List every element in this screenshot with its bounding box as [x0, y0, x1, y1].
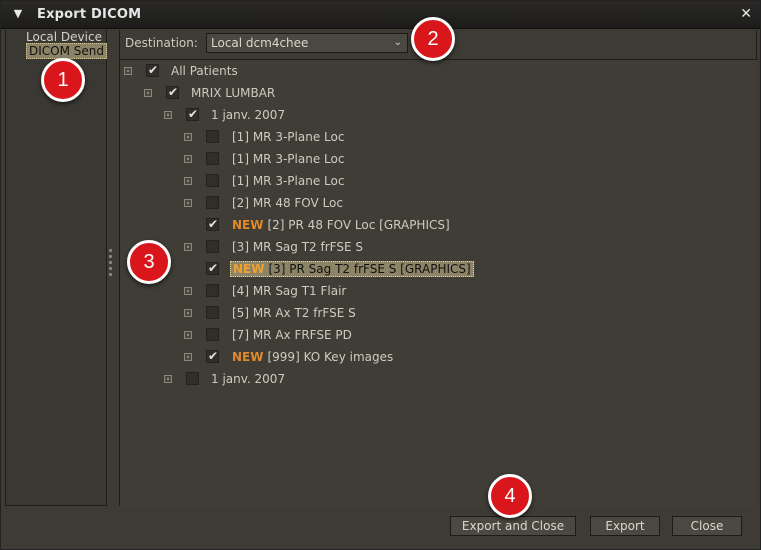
- tree-node[interactable]: NEW[3] PR Sag T2 frFSE S [GRAPHICS]: [120, 259, 750, 278]
- new-badge: NEW: [233, 262, 265, 276]
- checkbox[interactable]: [206, 240, 219, 253]
- checkbox[interactable]: [186, 105, 199, 123]
- tree-node[interactable]: [7] MR Ax FRFSE PD: [120, 326, 750, 344]
- main-panel: Destination: Local dcm4chee ⌄ All Patien…: [119, 30, 758, 506]
- tree-node-text: [3] PR Sag T2 frFSE S [GRAPHICS]: [268, 262, 471, 276]
- checkbox[interactable]: [186, 372, 199, 385]
- tree-node-label: [1] MR 3-Plane Loc: [232, 130, 345, 144]
- expand-handle-icon[interactable]: [184, 155, 192, 163]
- tree-node-label: [3] MR Sag T2 frFSE S: [232, 240, 363, 254]
- expand-handle-icon[interactable]: [184, 243, 192, 251]
- tree-node[interactable]: MRIX LUMBAR: [120, 83, 750, 102]
- tree-node-label: [5] MR Ax T2 frFSE S: [232, 306, 356, 320]
- expand-handle-icon[interactable]: [144, 89, 152, 97]
- export-and-close-button[interactable]: Export and Close: [450, 516, 576, 536]
- tree-node-label: [1] MR 3-Plane Loc: [232, 152, 345, 166]
- checkbox[interactable]: [206, 284, 219, 297]
- sidebar: Local Device DICOM Send: [5, 30, 107, 506]
- tree-node-label: [2] MR 48 FOV Loc: [232, 196, 343, 210]
- tree-node-label: NEW [2] PR 48 FOV Loc [GRAPHICS]: [232, 216, 450, 234]
- checkbox[interactable]: [206, 306, 219, 319]
- tree-node[interactable]: NEW[2] PR 48 FOV Loc [GRAPHICS]: [120, 215, 750, 234]
- checkbox[interactable]: [206, 328, 219, 341]
- tree-node[interactable]: All Patients: [120, 61, 750, 80]
- expand-handle-icon[interactable]: [184, 287, 192, 295]
- export-button[interactable]: Export: [590, 516, 660, 536]
- checkbox[interactable]: [166, 83, 179, 101]
- destination-value: Local dcm4chee: [211, 36, 309, 50]
- expand-handle-icon[interactable]: [184, 353, 192, 361]
- expand-handle-icon[interactable]: [184, 133, 192, 141]
- tree-node[interactable]: 1 janv. 2007: [120, 370, 750, 388]
- callout-4: 4: [488, 474, 532, 518]
- tree-node-label: [4] MR Sag T1 Flair: [232, 284, 347, 298]
- tree-node[interactable]: [1] MR 3-Plane Loc: [120, 172, 750, 190]
- sidebar-item-local-device[interactable]: Local Device: [26, 30, 102, 44]
- expand-handle-icon[interactable]: [124, 67, 132, 75]
- callout-1: 1: [41, 58, 85, 102]
- tree-node-label: NEW [999] KO Key images: [232, 348, 393, 366]
- splitter-handle[interactable]: [109, 249, 113, 281]
- close-icon[interactable]: ✕: [740, 6, 752, 22]
- tree-node[interactable]: [1] MR 3-Plane Loc: [120, 150, 750, 168]
- tree-node[interactable]: [1] MR 3-Plane Loc: [120, 128, 750, 146]
- expand-handle-icon[interactable]: [184, 199, 192, 207]
- tree-node-label: [1] MR 3-Plane Loc: [232, 174, 345, 188]
- checkbox[interactable]: [206, 196, 219, 209]
- checkbox[interactable]: [146, 61, 159, 79]
- expand-handle-icon[interactable]: [164, 111, 172, 119]
- checkbox[interactable]: [206, 152, 219, 165]
- sidebar-item-dicom-send[interactable]: DICOM Send: [26, 43, 107, 59]
- tree-node[interactable]: [2] MR 48 FOV Loc: [120, 194, 750, 212]
- callout-3: 3: [127, 240, 171, 284]
- collapse-chevron-icon[interactable]: ▼: [11, 7, 25, 21]
- new-badge: NEW: [232, 218, 264, 232]
- checkbox[interactable]: [206, 347, 219, 365]
- tree-node-label: [7] MR Ax FRFSE PD: [232, 328, 352, 342]
- tree-node-label: 1 janv. 2007: [211, 108, 286, 122]
- checkbox[interactable]: [206, 174, 219, 187]
- checkbox[interactable]: [206, 130, 219, 143]
- tree-node-label: 1 janv. 2007: [211, 372, 286, 386]
- new-badge: NEW: [232, 350, 264, 364]
- close-button[interactable]: Close: [672, 516, 742, 536]
- tree-node[interactable]: [4] MR Sag T1 Flair: [120, 282, 750, 300]
- tree-node-label: MRIX LUMBAR: [191, 86, 276, 100]
- window-title: Export DICOM: [37, 7, 142, 22]
- destination-label: Destination:: [125, 36, 198, 50]
- checkbox[interactable]: [206, 259, 219, 277]
- expand-handle-icon[interactable]: [164, 375, 172, 383]
- tree-node-text: [999] KO Key images: [267, 350, 394, 364]
- tree-node-label: All Patients: [171, 64, 238, 78]
- title-bar: ▼ Export DICOM ✕: [1, 1, 760, 29]
- tree-node[interactable]: [5] MR Ax T2 frFSE S: [120, 304, 750, 322]
- button-bar: Export and Close Export Close: [5, 507, 758, 547]
- chevron-down-icon: ⌄: [393, 37, 402, 48]
- patient-tree: All Patients MRIX LUMBAR 1 janv. 2007 [1…: [120, 59, 758, 506]
- tree-node-label: NEW [3] PR Sag T2 frFSE S [GRAPHICS]: [230, 261, 474, 277]
- tree-node[interactable]: NEW[999] KO Key images: [120, 347, 750, 366]
- expand-handle-icon[interactable]: [184, 309, 192, 317]
- tree-node[interactable]: 1 janv. 2007: [120, 105, 750, 124]
- tree-node[interactable]: [3] MR Sag T2 frFSE S: [120, 238, 750, 256]
- expand-handle-icon[interactable]: [184, 331, 192, 339]
- expand-handle-icon[interactable]: [184, 177, 192, 185]
- export-dicom-window: ▼ Export DICOM ✕ Local Device DICOM Send…: [0, 0, 761, 550]
- callout-2: 2: [411, 17, 455, 61]
- checkbox[interactable]: [206, 215, 219, 233]
- tree-node-text: [2] PR 48 FOV Loc [GRAPHICS]: [267, 218, 450, 232]
- destination-select[interactable]: Local dcm4chee ⌄: [206, 33, 408, 53]
